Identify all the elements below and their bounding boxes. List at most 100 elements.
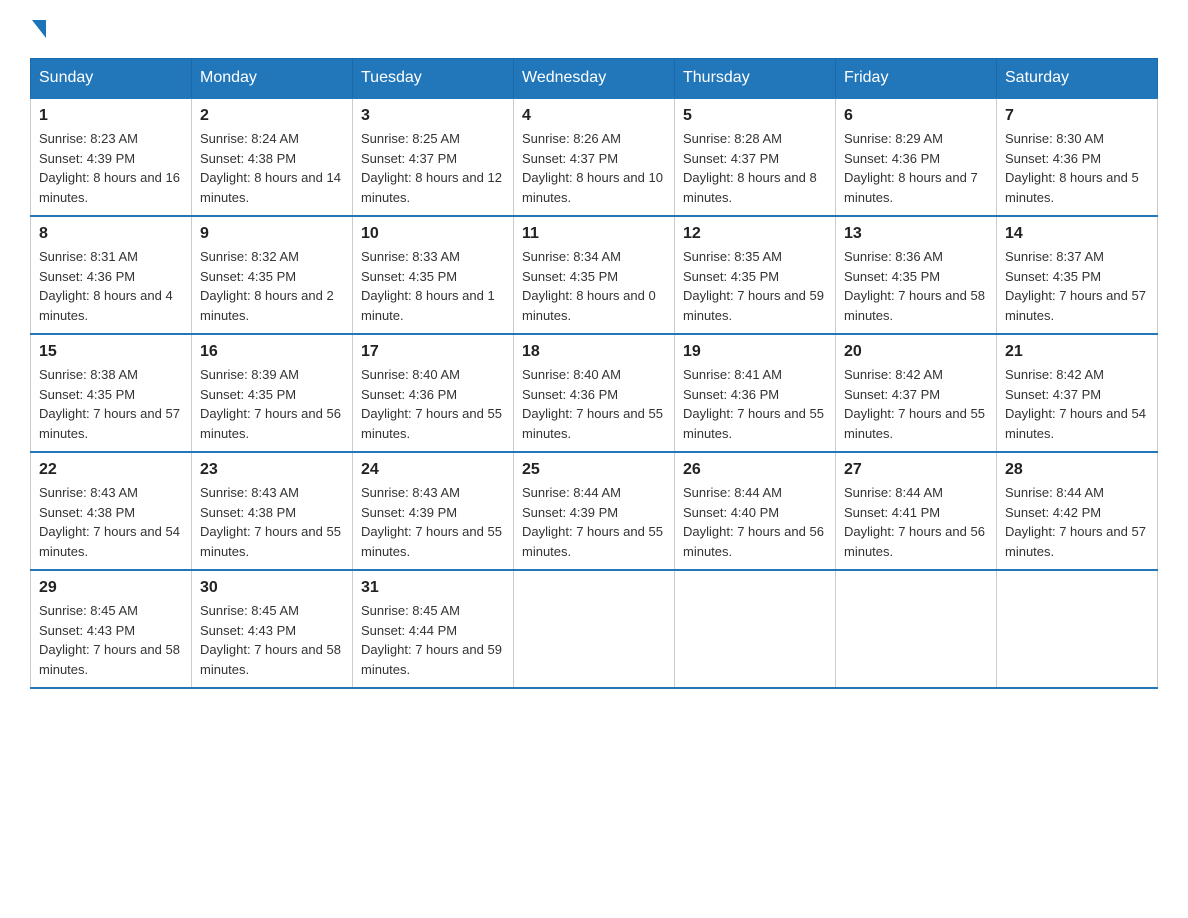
- calendar-day-cell: [675, 570, 836, 688]
- calendar-week-row: 29Sunrise: 8:45 AMSunset: 4:43 PMDayligh…: [31, 570, 1158, 688]
- calendar-day-cell: 28 Sunrise: 8:44 AMSunset: 4:42 PMDayligh…: [997, 452, 1158, 570]
- day-info: Sunrise: 8:25 AMSunset: 4:37 PMDaylight:…: [361, 129, 505, 207]
- calendar-day-cell: 20 Sunrise: 8:42 AMSunset: 4:37 PMDayligh…: [836, 334, 997, 452]
- calendar-day-cell: 23Sunrise: 8:43 AMSunset: 4:38 PMDayligh…: [192, 452, 353, 570]
- day-number: 5: [683, 107, 827, 125]
- day-number: 19: [683, 343, 827, 361]
- day-of-week-header: Saturday: [997, 59, 1158, 99]
- day-number: 9: [200, 225, 344, 243]
- day-info: Sunrise: 8:45 AMSunset: 4:43 PMDaylight:…: [39, 601, 183, 679]
- day-info: Sunrise: 8:44 AMSunset: 4:39 PMDaylight:…: [522, 483, 666, 561]
- day-number: 28: [1005, 461, 1149, 479]
- calendar-day-cell: 29Sunrise: 8:45 AMSunset: 4:43 PMDayligh…: [31, 570, 192, 688]
- calendar-day-cell: [836, 570, 997, 688]
- calendar-day-cell: 11 Sunrise: 8:34 AMSunset: 4:35 PMDayligh…: [514, 216, 675, 334]
- logo-arrow-icon: [32, 20, 46, 38]
- calendar-day-cell: 3 Sunrise: 8:25 AMSunset: 4:37 PMDaylight…: [353, 98, 514, 216]
- calendar-day-cell: 19 Sunrise: 8:41 AMSunset: 4:36 PMDayligh…: [675, 334, 836, 452]
- day-info: Sunrise: 8:39 AMSunset: 4:35 PMDaylight:…: [200, 365, 344, 443]
- day-number: 13: [844, 225, 988, 243]
- calendar-day-cell: 27 Sunrise: 8:44 AMSunset: 4:41 PMDayligh…: [836, 452, 997, 570]
- day-info: Sunrise: 8:44 AMSunset: 4:40 PMDaylight:…: [683, 483, 827, 561]
- day-info: Sunrise: 8:43 AMSunset: 4:38 PMDaylight:…: [39, 483, 183, 561]
- day-info: Sunrise: 8:43 AMSunset: 4:39 PMDaylight:…: [361, 483, 505, 561]
- day-number: 31: [361, 579, 505, 597]
- day-of-week-header: Friday: [836, 59, 997, 99]
- day-number: 8: [39, 225, 183, 243]
- logo: [30, 20, 48, 38]
- calendar-week-row: 8 Sunrise: 8:31 AMSunset: 4:36 PMDaylight…: [31, 216, 1158, 334]
- day-of-week-header: Tuesday: [353, 59, 514, 99]
- calendar-week-row: 15 Sunrise: 8:38 AMSunset: 4:35 PMDayligh…: [31, 334, 1158, 452]
- calendar-day-cell: 2 Sunrise: 8:24 AMSunset: 4:38 PMDaylight…: [192, 98, 353, 216]
- day-number: 23: [200, 461, 344, 479]
- day-number: 24: [361, 461, 505, 479]
- day-info: Sunrise: 8:24 AMSunset: 4:38 PMDaylight:…: [200, 129, 344, 207]
- calendar-week-row: 1 Sunrise: 8:23 AMSunset: 4:39 PMDaylight…: [31, 98, 1158, 216]
- day-number: 6: [844, 107, 988, 125]
- day-number: 26: [683, 461, 827, 479]
- calendar-day-cell: 22Sunrise: 8:43 AMSunset: 4:38 PMDayligh…: [31, 452, 192, 570]
- day-info: Sunrise: 8:33 AMSunset: 4:35 PMDaylight:…: [361, 247, 505, 325]
- day-info: Sunrise: 8:26 AMSunset: 4:37 PMDaylight:…: [522, 129, 666, 207]
- day-number: 16: [200, 343, 344, 361]
- calendar-day-cell: 12 Sunrise: 8:35 AMSunset: 4:35 PMDayligh…: [675, 216, 836, 334]
- calendar-day-cell: 13 Sunrise: 8:36 AMSunset: 4:35 PMDayligh…: [836, 216, 997, 334]
- day-number: 4: [522, 107, 666, 125]
- day-info: Sunrise: 8:42 AMSunset: 4:37 PMDaylight:…: [1005, 365, 1149, 443]
- day-info: Sunrise: 8:34 AMSunset: 4:35 PMDaylight:…: [522, 247, 666, 325]
- day-number: 30: [200, 579, 344, 597]
- day-info: Sunrise: 8:37 AMSunset: 4:35 PMDaylight:…: [1005, 247, 1149, 325]
- calendar-day-cell: 1 Sunrise: 8:23 AMSunset: 4:39 PMDaylight…: [31, 98, 192, 216]
- calendar-day-cell: 15 Sunrise: 8:38 AMSunset: 4:35 PMDayligh…: [31, 334, 192, 452]
- calendar-day-cell: 30 Sunrise: 8:45 AMSunset: 4:43 PMDayligh…: [192, 570, 353, 688]
- day-of-week-header: Wednesday: [514, 59, 675, 99]
- day-info: Sunrise: 8:44 AMSunset: 4:42 PMDaylight:…: [1005, 483, 1149, 561]
- calendar-day-cell: 24 Sunrise: 8:43 AMSunset: 4:39 PMDayligh…: [353, 452, 514, 570]
- calendar-day-cell: [997, 570, 1158, 688]
- calendar-day-cell: 14 Sunrise: 8:37 AMSunset: 4:35 PMDayligh…: [997, 216, 1158, 334]
- calendar-day-cell: 9 Sunrise: 8:32 AMSunset: 4:35 PMDaylight…: [192, 216, 353, 334]
- day-number: 12: [683, 225, 827, 243]
- calendar-day-cell: 5Sunrise: 8:28 AMSunset: 4:37 PMDaylight…: [675, 98, 836, 216]
- day-number: 2: [200, 107, 344, 125]
- day-number: 11: [522, 225, 666, 243]
- day-number: 7: [1005, 107, 1149, 125]
- calendar-day-cell: 25 Sunrise: 8:44 AMSunset: 4:39 PMDayligh…: [514, 452, 675, 570]
- calendar-day-cell: 21 Sunrise: 8:42 AMSunset: 4:37 PMDayligh…: [997, 334, 1158, 452]
- day-info: Sunrise: 8:31 AMSunset: 4:36 PMDaylight:…: [39, 247, 183, 325]
- day-number: 21: [1005, 343, 1149, 361]
- day-info: Sunrise: 8:40 AMSunset: 4:36 PMDaylight:…: [361, 365, 505, 443]
- day-number: 25: [522, 461, 666, 479]
- day-number: 27: [844, 461, 988, 479]
- day-info: Sunrise: 8:45 AMSunset: 4:43 PMDaylight:…: [200, 601, 344, 679]
- day-info: Sunrise: 8:44 AMSunset: 4:41 PMDaylight:…: [844, 483, 988, 561]
- day-info: Sunrise: 8:35 AMSunset: 4:35 PMDaylight:…: [683, 247, 827, 325]
- day-number: 18: [522, 343, 666, 361]
- day-info: Sunrise: 8:42 AMSunset: 4:37 PMDaylight:…: [844, 365, 988, 443]
- day-number: 14: [1005, 225, 1149, 243]
- day-number: 15: [39, 343, 183, 361]
- day-number: 10: [361, 225, 505, 243]
- calendar-day-cell: 7Sunrise: 8:30 AMSunset: 4:36 PMDaylight…: [997, 98, 1158, 216]
- day-of-week-header: Thursday: [675, 59, 836, 99]
- day-info: Sunrise: 8:38 AMSunset: 4:35 PMDaylight:…: [39, 365, 183, 443]
- calendar-table: SundayMondayTuesdayWednesdayThursdayFrid…: [30, 58, 1158, 689]
- day-info: Sunrise: 8:41 AMSunset: 4:36 PMDaylight:…: [683, 365, 827, 443]
- calendar-day-cell: 26 Sunrise: 8:44 AMSunset: 4:40 PMDayligh…: [675, 452, 836, 570]
- day-info: Sunrise: 8:36 AMSunset: 4:35 PMDaylight:…: [844, 247, 988, 325]
- day-number: 1: [39, 107, 183, 125]
- day-info: Sunrise: 8:40 AMSunset: 4:36 PMDaylight:…: [522, 365, 666, 443]
- calendar-day-cell: 10 Sunrise: 8:33 AMSunset: 4:35 PMDayligh…: [353, 216, 514, 334]
- calendar-week-row: 22Sunrise: 8:43 AMSunset: 4:38 PMDayligh…: [31, 452, 1158, 570]
- day-number: 3: [361, 107, 505, 125]
- calendar-day-cell: [514, 570, 675, 688]
- day-number: 20: [844, 343, 988, 361]
- calendar-day-cell: 18 Sunrise: 8:40 AMSunset: 4:36 PMDayligh…: [514, 334, 675, 452]
- page-header: [30, 20, 1158, 38]
- day-info: Sunrise: 8:23 AMSunset: 4:39 PMDaylight:…: [39, 129, 183, 207]
- day-info: Sunrise: 8:32 AMSunset: 4:35 PMDaylight:…: [200, 247, 344, 325]
- calendar-day-cell: 6Sunrise: 8:29 AMSunset: 4:36 PMDaylight…: [836, 98, 997, 216]
- calendar-day-cell: 31Sunrise: 8:45 AMSunset: 4:44 PMDayligh…: [353, 570, 514, 688]
- day-of-week-header: Sunday: [31, 59, 192, 99]
